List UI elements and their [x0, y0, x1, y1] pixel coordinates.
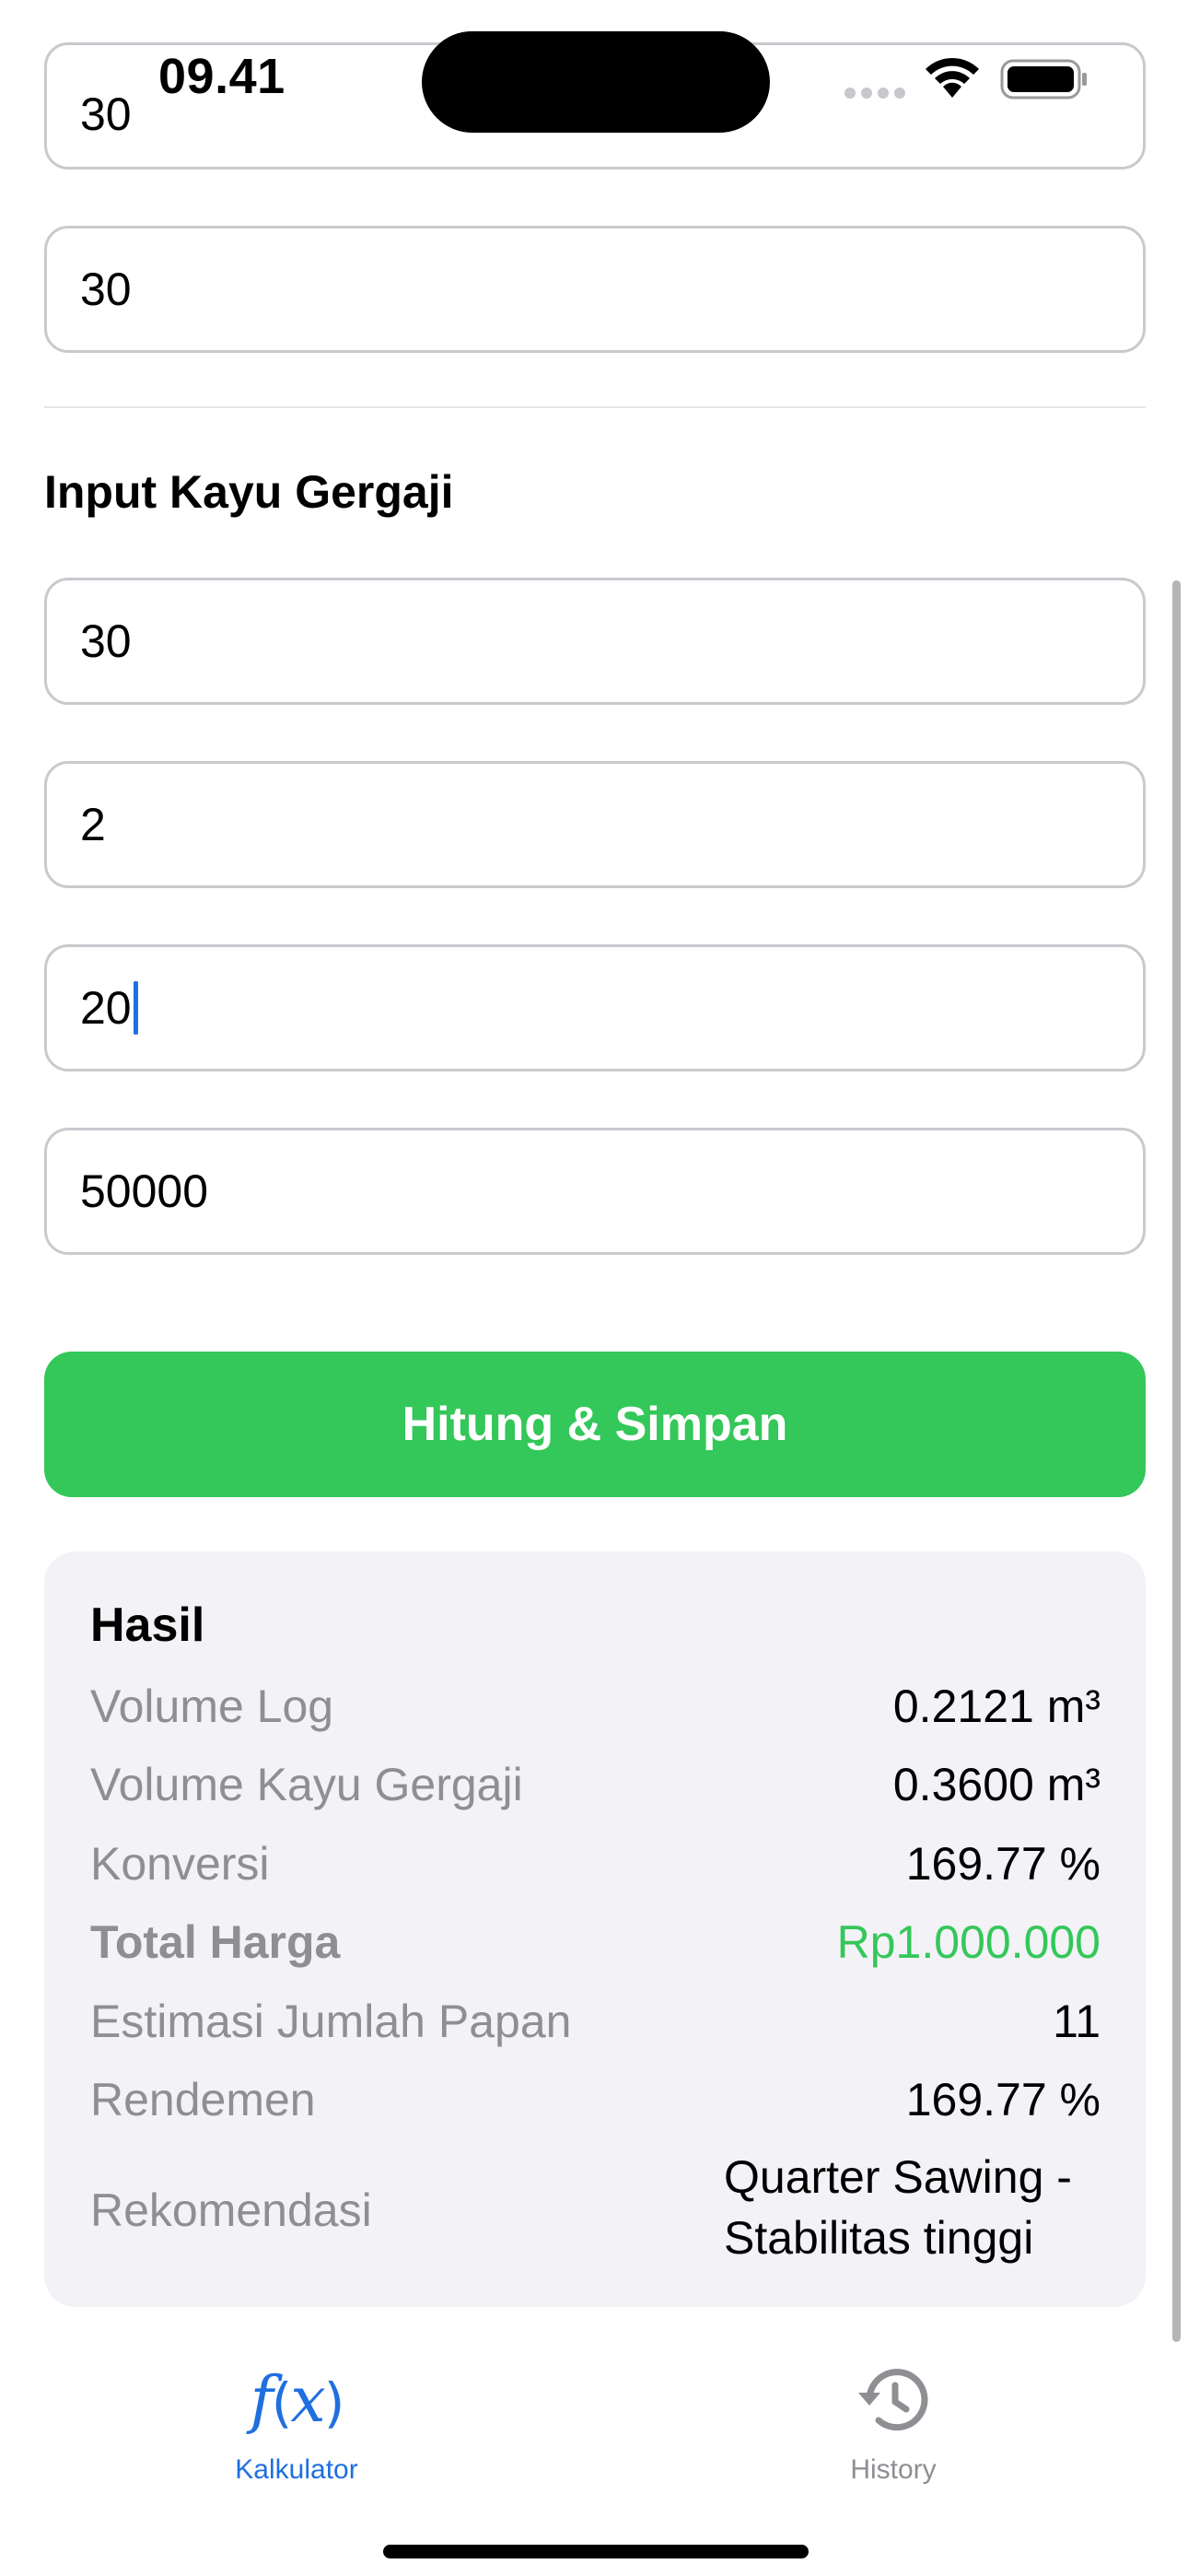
result-label-estimasi-jumlah-papan: Estimasi Jumlah Papan: [90, 1996, 572, 2047]
result-label-konversi: Konversi: [90, 1838, 270, 1890]
result-value-rendemen: 169.77 %: [905, 2074, 1101, 2125]
result-title: Hasil: [90, 1598, 205, 1652]
wifi-icon: [926, 57, 979, 98]
result-value-rekomendasi: Quarter Sawing - Stabilitas tinggi: [724, 2147, 1111, 2268]
field-value: 30: [80, 88, 132, 140]
tab-label: History: [850, 2454, 937, 2485]
home-indicator[interactable]: [383, 2545, 809, 2558]
result-label-volume-log: Volume Log: [90, 1680, 334, 1732]
dynamic-island-overlay: [422, 31, 770, 133]
field-value: 2: [80, 799, 106, 850]
calculate-save-button[interactable]: Hitung & Simpan: [44, 1352, 1146, 1497]
vertical-scrollbar[interactable]: [1172, 580, 1181, 2342]
recommendation-line-2: Stabilitas tinggi: [724, 2212, 1034, 2264]
status-time-overlay: 09.41: [158, 49, 285, 104]
result-value-volume-log: 0.2121 m³: [892, 1680, 1101, 1732]
result-label-volume-kayu-gergaji: Volume Kayu Gergaji: [90, 1759, 523, 1810]
section-title: Input Kayu Gergaji: [44, 466, 454, 518]
result-label-rekomendasi: Rekomendasi: [90, 2184, 372, 2236]
history-clock-icon: [855, 2359, 932, 2441]
battery-icon: [1000, 59, 1087, 100]
field-value: 50000: [80, 1165, 209, 1217]
sawn-input-field-3[interactable]: 20: [44, 944, 1146, 1071]
result-value-total-harga: Rp1.000.000: [836, 1916, 1101, 1968]
section-divider: [44, 406, 1146, 408]
text-caret: [133, 981, 138, 1035]
log-input-field-2[interactable]: 30: [44, 226, 1146, 353]
result-value-estimasi-jumlah-papan: 11: [1053, 1996, 1101, 2047]
recommendation-line-1: Quarter Sawing -: [724, 2151, 1072, 2203]
sawn-input-field-2[interactable]: 2: [44, 761, 1146, 888]
field-value: 30: [80, 263, 132, 315]
result-value-volume-kayu-gergaji: 0.3600 m³: [892, 1759, 1101, 1810]
sawn-input-field-4[interactable]: 50000: [44, 1128, 1146, 1255]
result-label-total-harga: Total Harga: [90, 1916, 341, 1968]
field-value: 20: [80, 982, 132, 1034]
field-value: 30: [80, 615, 132, 667]
tab-history[interactable]: History: [755, 2359, 1031, 2486]
tab-label: Kalkulator: [235, 2454, 358, 2485]
cellular-signal-icon: [844, 88, 905, 99]
result-label-rendemen: Rendemen: [90, 2074, 316, 2125]
sawn-input-field-1[interactable]: 30: [44, 578, 1146, 705]
function-fx-icon: f(x): [250, 2363, 345, 2437]
result-value-konversi: 169.77 %: [905, 1838, 1101, 1890]
tab-kalkulator[interactable]: f(x) Kalkulator: [158, 2359, 435, 2486]
